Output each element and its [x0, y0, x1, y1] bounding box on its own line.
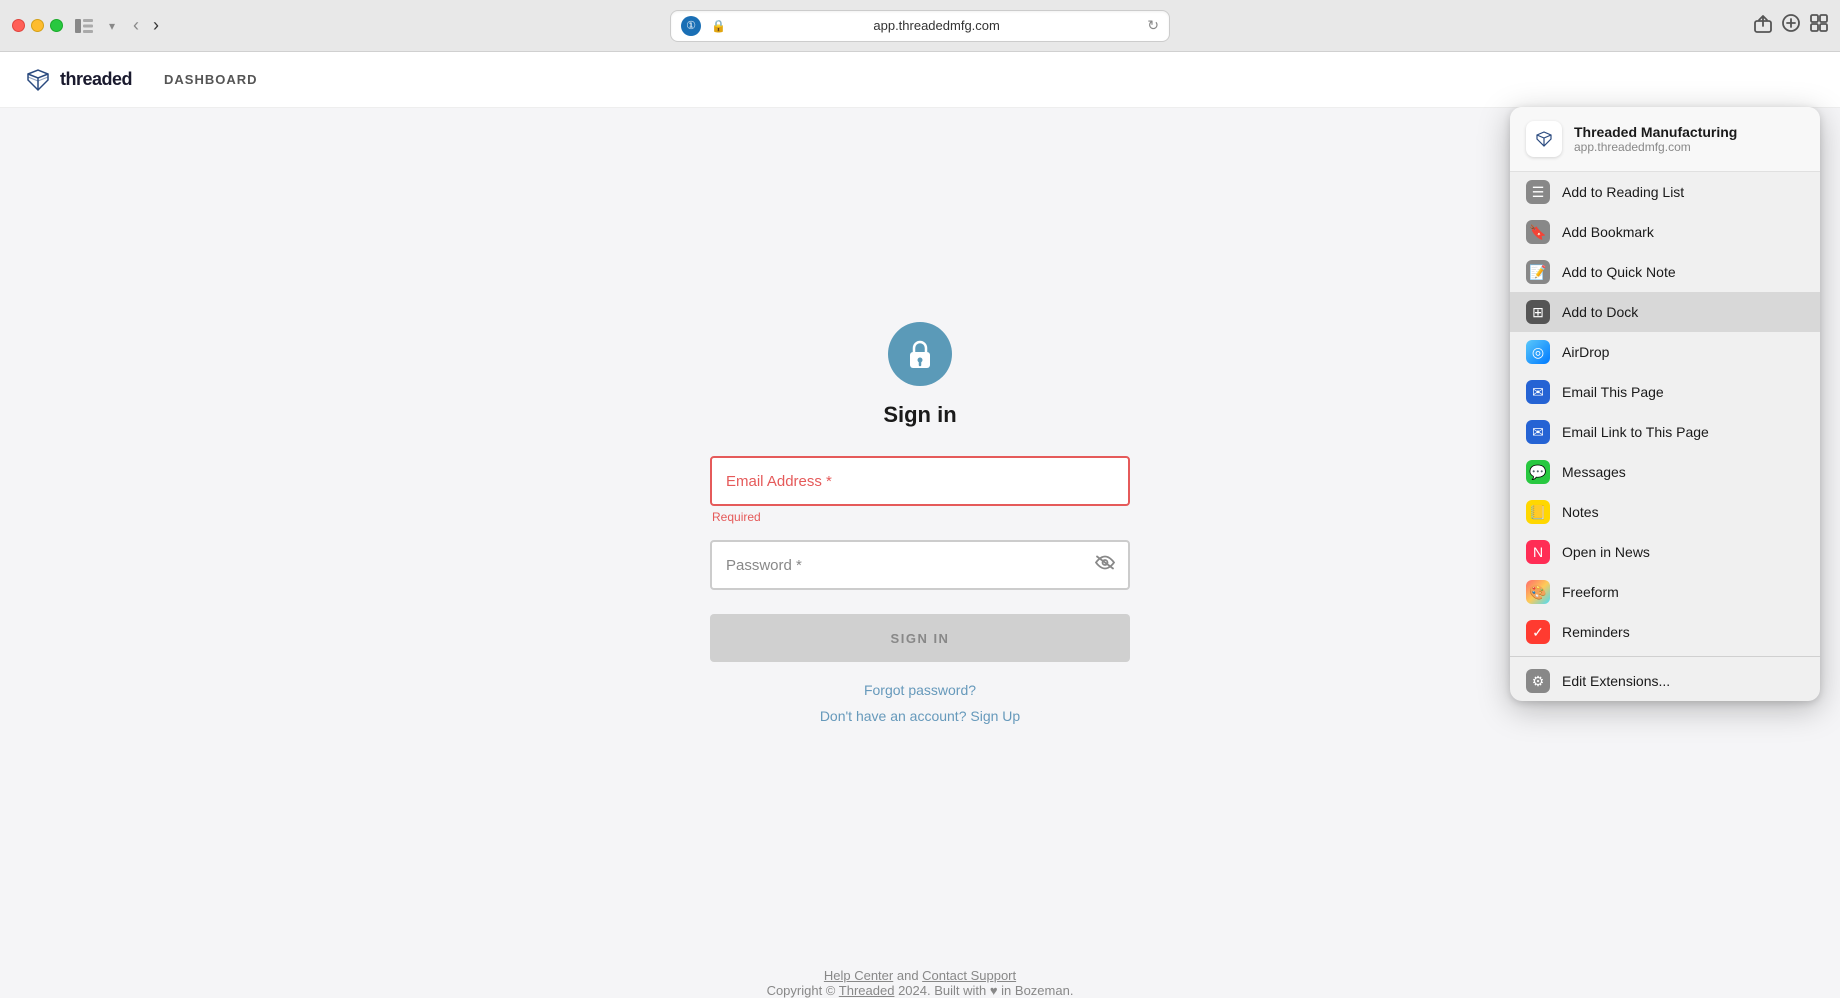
- share-site-name: Threaded Manufacturing: [1574, 124, 1804, 140]
- freeform-icon: 🎨: [1526, 580, 1550, 604]
- airdrop-icon: ◎: [1526, 340, 1550, 364]
- browser-chrome: ▾ ‹ › ① 🔒 app.threadedmfg.com ↻: [0, 0, 1840, 52]
- page-content: threaded DASHBOARD Sign in Required: [0, 52, 1840, 998]
- new-tab-button[interactable]: [1782, 14, 1800, 37]
- dock-icon: ⊞: [1526, 300, 1550, 324]
- contact-support-link[interactable]: Contact Support: [922, 968, 1016, 983]
- share-menu-item-freeform[interactable]: 🎨 Freeform: [1510, 572, 1820, 612]
- lock-icon: [906, 338, 934, 370]
- share-site-url: app.threadedmfg.com: [1574, 140, 1804, 154]
- reading-list-label: Add to Reading List: [1562, 184, 1684, 200]
- notes-label: Notes: [1562, 504, 1599, 520]
- news-icon: N: [1526, 540, 1550, 564]
- dock-label: Add to Dock: [1562, 304, 1638, 320]
- help-center-link[interactable]: Help Center: [824, 968, 893, 983]
- share-menu-item-airdrop[interactable]: ◎ AirDrop: [1510, 332, 1820, 372]
- share-menu-list: ☰ Add to Reading List 🔖 Add Bookmark 📝 Add to…: [1510, 172, 1820, 701]
- sign-in-button[interactable]: SIGN IN: [710, 614, 1130, 662]
- address-bar[interactable]: ① 🔒 app.threadedmfg.com ↻: [670, 10, 1170, 42]
- quick-note-label: Add to Quick Note: [1562, 264, 1676, 280]
- footer-year: 2024. Built with ♥ in Bozeman.: [898, 983, 1073, 998]
- forgot-password-link[interactable]: Forgot password?: [864, 682, 976, 698]
- share-menu-item-quick-note[interactable]: 📝 Add to Quick Note: [1510, 252, 1820, 292]
- password-toggle-button[interactable]: [1094, 555, 1116, 576]
- sign-in-container: Sign in Required: [710, 322, 1130, 724]
- site-logo: threaded: [24, 66, 132, 94]
- messages-label: Messages: [1562, 464, 1626, 480]
- notes-icon: 📒: [1526, 500, 1550, 524]
- nav-buttons: ‹ ›: [127, 13, 165, 38]
- news-label: Open in News: [1562, 544, 1650, 560]
- minimize-button[interactable]: [31, 19, 44, 32]
- email-required-text: Required: [710, 510, 1130, 524]
- share-panel-header: Threaded Manufacturing app.threadedmfg.c…: [1510, 107, 1820, 172]
- password-manager-icon: ①: [681, 16, 701, 36]
- extensions-icon: ⚙: [1526, 669, 1550, 693]
- share-menu-item-reading-list[interactable]: ☰ Add to Reading List: [1510, 172, 1820, 212]
- share-menu-item-reminders[interactable]: ✓ Reminders: [1510, 612, 1820, 652]
- share-site-icon: [1526, 121, 1562, 157]
- reminders-label: Reminders: [1562, 624, 1630, 640]
- lock-icon-wrapper: [888, 322, 952, 386]
- traffic-lights: [12, 19, 63, 32]
- lock-icon: 🔒: [711, 19, 726, 33]
- email-form-group: Required: [710, 456, 1130, 524]
- extensions-label: Edit Extensions...: [1562, 673, 1670, 689]
- page-footer: Help Center and Contact Support Copyrigh…: [0, 938, 1840, 998]
- bookmark-label: Add Bookmark: [1562, 224, 1654, 240]
- signup-link[interactable]: Don't have an account? Sign Up: [820, 708, 1020, 724]
- email-link-label: Email Link to This Page: [1562, 424, 1709, 440]
- reading-list-icon: ☰: [1526, 180, 1550, 204]
- share-menu-item-extensions[interactable]: ⚙ Edit Extensions...: [1510, 661, 1820, 701]
- share-menu-item-notes[interactable]: 📒 Notes: [1510, 492, 1820, 532]
- email-link-icon: ✉: [1526, 420, 1550, 444]
- email-page-label: Email This Page: [1562, 384, 1664, 400]
- password-input[interactable]: [710, 540, 1130, 590]
- share-menu-item-news[interactable]: N Open in News: [1510, 532, 1820, 572]
- refresh-button[interactable]: ↻: [1147, 17, 1159, 34]
- share-menu-item-email-page[interactable]: ✉ Email This Page: [1510, 372, 1820, 412]
- share-panel: Threaded Manufacturing app.threadedmfg.c…: [1510, 107, 1820, 701]
- site-nav: threaded DASHBOARD: [0, 52, 1840, 108]
- close-button[interactable]: [12, 19, 25, 32]
- email-page-icon: ✉: [1526, 380, 1550, 404]
- back-button[interactable]: ‹: [127, 13, 145, 38]
- share-site-info: Threaded Manufacturing app.threadedmfg.c…: [1574, 124, 1804, 154]
- url-display[interactable]: app.threadedmfg.com: [732, 18, 1141, 33]
- sidebar-toggle-button[interactable]: [71, 15, 97, 37]
- browser-actions: [1754, 13, 1828, 38]
- copyright-text: Copyright ©: [767, 983, 839, 998]
- password-wrapper: [710, 540, 1130, 590]
- reminders-icon: ✓: [1526, 620, 1550, 644]
- sidebar-dropdown-button[interactable]: ▾: [105, 15, 119, 37]
- sign-in-title: Sign in: [883, 402, 956, 428]
- tabs-overview-button[interactable]: [1810, 14, 1828, 37]
- share-menu-item-bookmark[interactable]: 🔖 Add Bookmark: [1510, 212, 1820, 252]
- maximize-button[interactable]: [50, 19, 63, 32]
- logo-text: threaded: [60, 69, 132, 90]
- freeform-label: Freeform: [1562, 584, 1619, 600]
- bookmark-icon: 🔖: [1526, 220, 1550, 244]
- logo-icon: [24, 66, 52, 94]
- share-button[interactable]: [1754, 13, 1772, 38]
- messages-icon: 💬: [1526, 460, 1550, 484]
- brand-link[interactable]: Threaded: [839, 983, 895, 998]
- share-menu-item-email-link[interactable]: ✉ Email Link to This Page: [1510, 412, 1820, 452]
- nav-dashboard[interactable]: DASHBOARD: [164, 72, 258, 87]
- forward-button[interactable]: ›: [147, 13, 165, 38]
- share-menu-item-messages[interactable]: 💬 Messages: [1510, 452, 1820, 492]
- footer-links: Help Center and Contact Support: [30, 968, 1810, 983]
- share-menu-item-dock[interactable]: ⊞ Add to Dock: [1510, 292, 1820, 332]
- footer-copyright: Copyright © Threaded 2024. Built with ♥ …: [30, 983, 1810, 998]
- email-input[interactable]: [710, 456, 1130, 506]
- quick-note-icon: 📝: [1526, 260, 1550, 284]
- footer-and-text: and: [897, 968, 922, 983]
- password-form-group: [710, 540, 1130, 590]
- airdrop-label: AirDrop: [1562, 344, 1609, 360]
- share-menu-divider: [1510, 656, 1820, 657]
